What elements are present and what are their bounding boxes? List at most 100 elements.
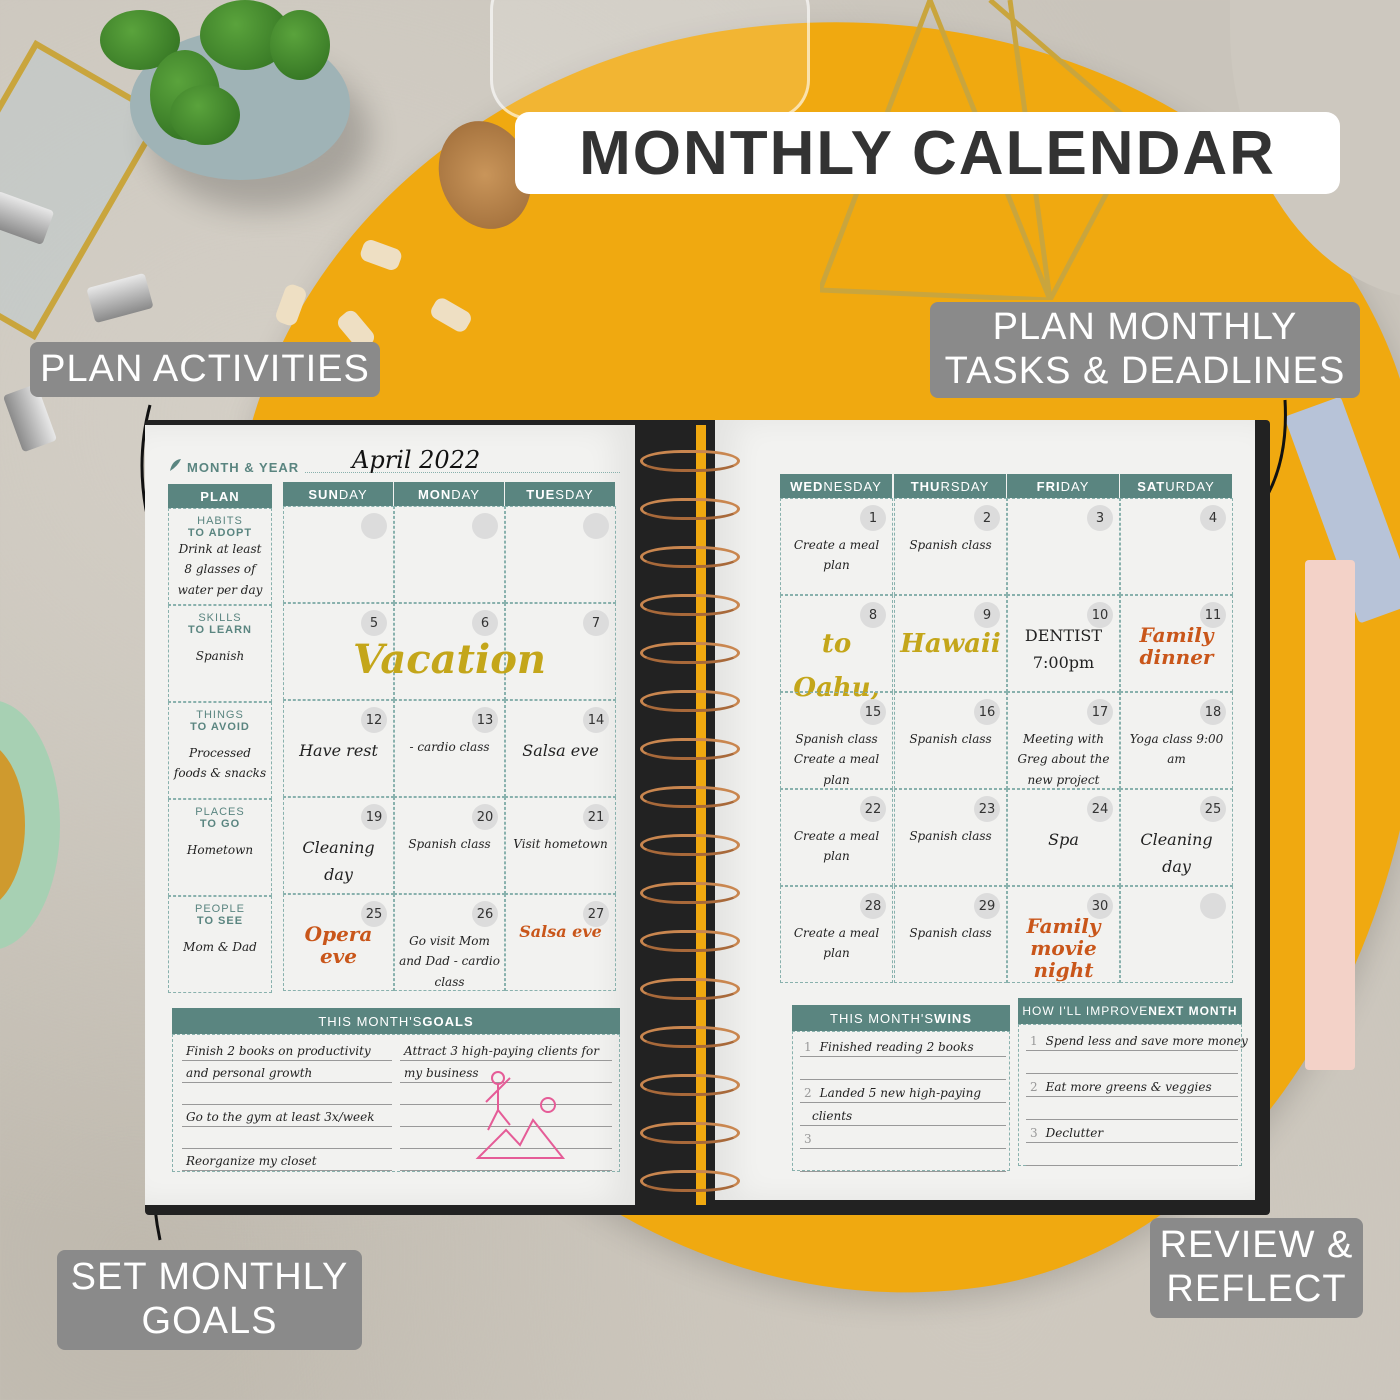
day-entry-text: - cardio class — [409, 740, 490, 754]
plan-section-text: Mom & Dad — [183, 940, 257, 954]
calendar-day-cell[interactable]: 26 Go visit Mom and Dad - cardio class — [394, 894, 505, 991]
improve-header: HOW I'LL IMPROVE NEXT MONTH — [1018, 998, 1242, 1024]
day-header-bold: WED — [790, 478, 824, 494]
day-header-bold: SAT — [1137, 478, 1166, 494]
list-item[interactable] — [1030, 1103, 1038, 1117]
page-title: MONTHLY CALENDAR — [515, 112, 1340, 194]
calendar-day-cell[interactable]: 15 Spanish class Create a meal plan — [780, 692, 893, 789]
day-header-bold: FRI — [1036, 478, 1061, 494]
goal-text[interactable]: Go to the gym at least 3x/week — [186, 1110, 374, 1124]
list-item-number: 3 — [1030, 1126, 1038, 1140]
goal-line — [182, 1148, 392, 1149]
goals-header: THIS MONTH'S GOALS — [172, 1008, 620, 1034]
calendar-day-cell[interactable]: 10 DENTIST 7:00pm — [1007, 595, 1120, 692]
calendar-day-cell[interactable]: 3 — [1007, 498, 1120, 595]
list-line — [1026, 1096, 1238, 1097]
callout-plan-activities: PLAN ACTIVITIES — [30, 342, 380, 397]
plan-section-caption: HABITS TO ADOPT — [169, 515, 271, 539]
calendar-day-cell[interactable]: 21 Visit hometown — [505, 797, 616, 894]
plan-section[interactable]: PLACES TO GO Hometown — [168, 799, 272, 896]
caption-line-bold: TO GO — [199, 818, 241, 831]
plan-section-text: Spanish — [195, 649, 245, 663]
calendar-day-cell[interactable]: 9 Hawaii — [894, 595, 1007, 692]
day-header-bold: TUE — [526, 486, 556, 502]
goal-text[interactable]: Attract 3 high-paying clients for — [404, 1044, 599, 1058]
spiral-ring — [640, 1122, 740, 1144]
calendar-day-cell[interactable]: 19 Cleaning day — [283, 797, 394, 894]
callout-text: TASKS & DEADLINES — [944, 350, 1346, 392]
calendar-day-cell[interactable]: 18 Yoga class 9:00 am — [1120, 692, 1233, 789]
month-year-value[interactable]: April 2022 — [352, 446, 480, 474]
calendar-day-cell[interactable]: 12 Have rest — [283, 700, 394, 797]
calendar-day-cell[interactable]: 29 Spanish class — [894, 886, 1007, 983]
spiral-ring — [640, 786, 740, 808]
goal-text[interactable]: Finish 2 books on productivity — [186, 1044, 371, 1058]
day-entry-text: Spanish class — [909, 829, 992, 843]
calendar-day-cell[interactable]: 23 Spanish class — [894, 789, 1007, 886]
day-header-mon: MON DAY — [394, 482, 504, 506]
callout-text: GOALS — [141, 1300, 278, 1342]
day-header-rest: DAY — [1060, 478, 1090, 494]
day-entry-text: Opera eve — [304, 922, 373, 968]
callout-text: REVIEW & — [1159, 1224, 1354, 1267]
goal-line — [182, 1104, 392, 1105]
calendar-day-cell[interactable] — [394, 506, 505, 603]
calendar-day-cell[interactable] — [1120, 886, 1233, 983]
calendar-day-cell[interactable]: 4 — [1120, 498, 1233, 595]
plan-section[interactable]: HABITS TO ADOPT Drink at least 8 glasses o… — [168, 508, 272, 605]
list-line — [1026, 1142, 1238, 1143]
calendar-day-cell[interactable]: 28 Create a meal plan — [780, 886, 893, 983]
calendar-day-cell[interactable]: 22 Create a meal plan — [780, 789, 893, 886]
wins-header-light: THIS MONTH'S — [830, 1010, 935, 1026]
calendar-day-cell[interactable]: 25 Cleaning day — [1120, 789, 1233, 886]
plan-section[interactable]: SKILLS TO LEARN Spanish — [168, 605, 272, 702]
list-item[interactable]: clients — [804, 1109, 852, 1123]
calendar-day-cell[interactable] — [283, 506, 394, 603]
list-item[interactable]: 1 Spend less and save more money — [1030, 1034, 1248, 1048]
day-number-badge: 29 — [974, 893, 1000, 919]
leaf-logo-icon — [170, 459, 181, 471]
goal-text[interactable]: and personal growth — [186, 1066, 312, 1080]
day-number-badge: 17 — [1087, 699, 1113, 725]
day-entry-text: Go visit Mom and Dad - cardio class — [399, 934, 500, 989]
calendar-day-cell[interactable]: 30 Family movie night — [1007, 886, 1120, 983]
calendar-day-cell[interactable] — [505, 506, 616, 603]
spiral-ring — [640, 834, 740, 856]
list-item[interactable] — [804, 1155, 812, 1169]
calendar-day-cell[interactable]: 16 Spanish class — [894, 692, 1007, 789]
list-item[interactable]: 2 Landed 5 new high-paying — [804, 1086, 981, 1100]
list-item[interactable] — [804, 1063, 812, 1077]
list-item[interactable] — [1030, 1057, 1038, 1071]
day-entry-text: Yoga class 9:00 am — [1129, 732, 1224, 767]
day-header-sat: SAT URDAY — [1120, 474, 1232, 498]
calendar-day-cell[interactable]: 6 Vacation — [353, 603, 546, 700]
spiral-ring — [640, 978, 740, 1000]
day-number-badge: 22 — [860, 796, 886, 822]
calendar-day-cell[interactable]: 8 to Oahu, — [780, 595, 893, 703]
day-entry-text: Spa — [1048, 830, 1079, 849]
calendar-day-cell[interactable]: 2 Spanish class — [894, 498, 1007, 595]
calendar-day-cell[interactable]: 13 - cardio class — [394, 700, 505, 797]
day-entry-text: Spanish class — [408, 837, 491, 851]
list-item[interactable]: 3 — [804, 1132, 820, 1146]
caption-line-bold: TO LEARN — [187, 624, 253, 637]
calendar-day-cell[interactable]: 17 Meeting with Greg about the new projec… — [1007, 692, 1120, 789]
calendar-day-cell[interactable]: 1 Create a meal plan — [780, 498, 893, 595]
plan-section[interactable]: THINGS TO AVOID Processed foods & snacks — [168, 702, 272, 799]
plan-section[interactable]: PEOPLE TO SEE Mom & Dad — [168, 896, 272, 993]
list-item[interactable]: 3 Declutter — [1030, 1126, 1103, 1140]
calendar-day-cell[interactable]: 27 Salsa eve — [505, 894, 616, 991]
day-header-fri: FRI DAY — [1007, 474, 1119, 498]
list-item[interactable] — [1030, 1149, 1038, 1163]
caption-line-bold: TO AVOID — [190, 721, 250, 734]
day-number-badge: 18 — [1200, 699, 1226, 725]
calendar-day-cell[interactable]: 20 Spanish class — [394, 797, 505, 894]
calendar-day-cell[interactable]: 25 Opera eve — [283, 894, 394, 991]
list-item[interactable]: 2 Eat more greens & veggies — [1030, 1080, 1212, 1094]
spiral-ring — [640, 450, 740, 472]
calendar-day-cell[interactable]: 11 Family dinner — [1120, 595, 1233, 692]
list-item[interactable]: 1 Finished reading 2 books — [804, 1040, 974, 1054]
calendar-day-cell[interactable]: 24 Spa — [1007, 789, 1120, 886]
goal-text[interactable]: Reorganize my closet — [186, 1154, 317, 1168]
calendar-day-cell[interactable]: 14 Salsa eve — [505, 700, 616, 797]
